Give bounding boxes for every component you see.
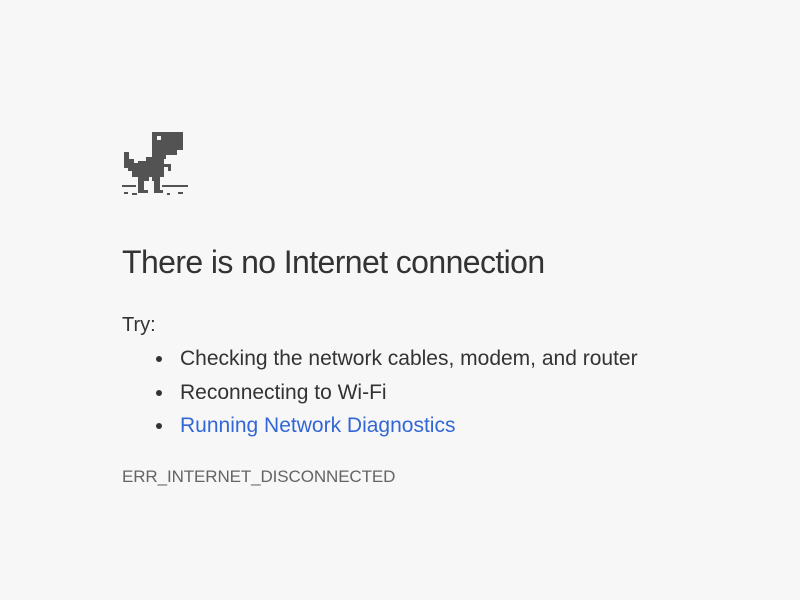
error-title: There is no Internet connection	[122, 244, 545, 280]
suggestion-list: Checking the network cables, modem, and …	[122, 345, 638, 446]
bullet-icon	[156, 356, 162, 362]
bullet-icon	[156, 423, 162, 429]
offline-error-page: There is no Internet connection Try: Che…	[0, 0, 800, 600]
offline-dinosaur-icon	[122, 132, 188, 196]
suggestion-item: Checking the network cables, modem, and …	[122, 345, 638, 379]
suggestion-item: Running Network Diagnostics	[122, 412, 638, 446]
suggestion-reconnect-wifi: Reconnecting to Wi-Fi	[180, 380, 387, 404]
network-diagnostics-link[interactable]: Running Network Diagnostics	[180, 414, 455, 437]
try-label: Try:	[122, 314, 156, 336]
suggestion-item: Reconnecting to Wi-Fi	[122, 379, 638, 413]
error-code: ERR_INTERNET_DISCONNECTED	[122, 467, 396, 486]
suggestion-check-cables: Checking the network cables, modem, and …	[180, 347, 638, 370]
bullet-icon	[156, 389, 162, 396]
